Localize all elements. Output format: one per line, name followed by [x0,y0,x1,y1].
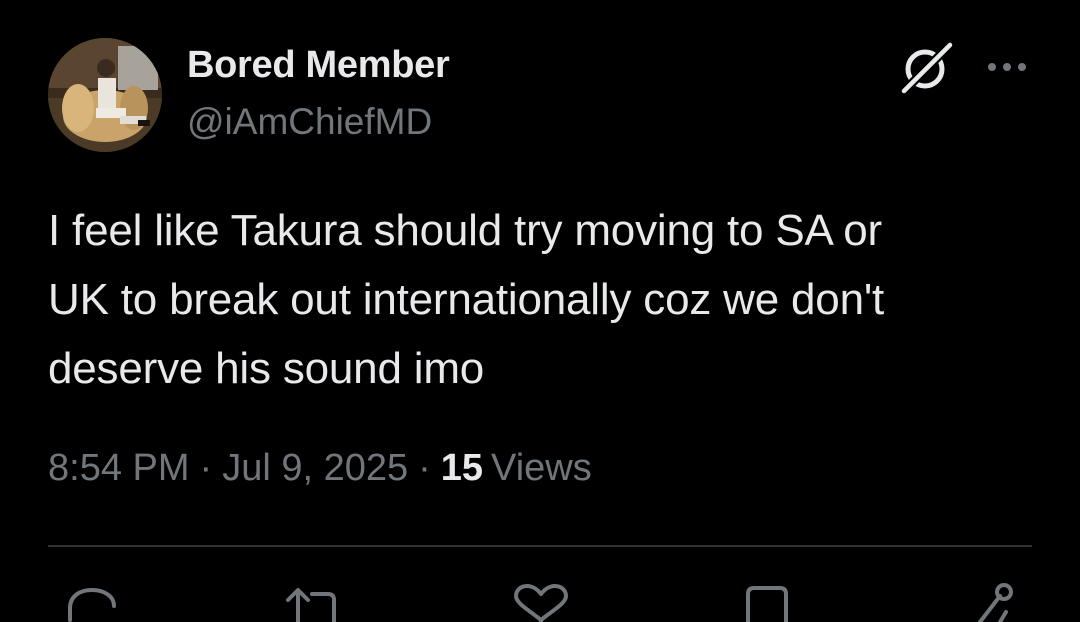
more-options-icon[interactable] [982,52,1032,82]
tweet-text: I feel like Takura should try moving to … [48,196,1048,403]
tweet-text-line: I feel like Takura should try moving to … [48,206,882,255]
tweet-text-line: UK to break out internationally coz we d… [48,275,885,324]
tweet-time[interactable]: 8:54 PM [48,447,190,489]
divider [48,545,1032,547]
tweet-date[interactable]: Jul 9, 2025 [222,447,408,489]
views-label: Views [491,447,592,489]
avatar-photo [48,38,162,152]
bookmark-icon[interactable] [742,582,792,622]
reply-icon[interactable] [62,582,122,622]
meta-separator: · [199,447,213,489]
user-handle[interactable]: @iAmChiefMD [187,101,432,143]
display-name[interactable]: Bored Member [187,44,450,87]
like-icon[interactable] [510,582,572,622]
share-icon[interactable] [960,582,1020,622]
tweet-text-line: deserve his sound imo [48,344,485,393]
retweet-icon[interactable] [282,582,344,622]
tweet-detail: Bored Member @iAmChiefMD I feel like Tak… [0,0,1080,622]
grok-icon[interactable] [898,40,956,94]
meta-separator: · [418,447,431,489]
avatar[interactable] [48,38,162,152]
views-count[interactable]: 15 [441,447,483,489]
tweet-meta: 8:54 PM · Jul 9, 2025 · 15 Views [48,447,592,490]
